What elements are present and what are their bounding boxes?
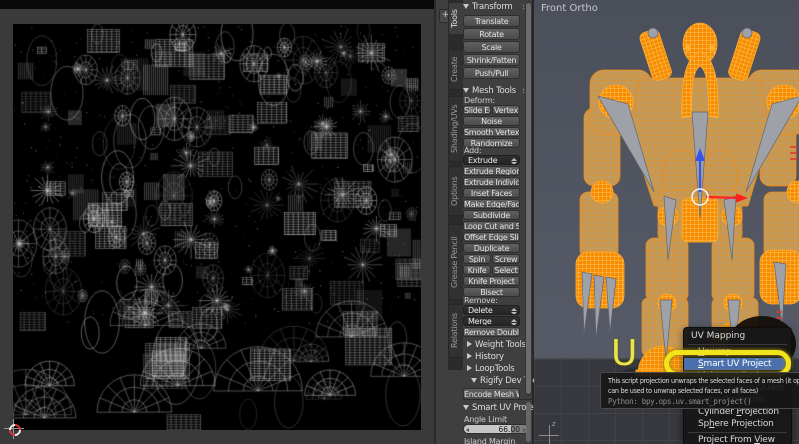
updown-arrows-icon — [511, 158, 517, 165]
tab-relations[interactable]: Relations — [448, 304, 463, 358]
collapsed-icon — [467, 341, 472, 347]
uv-2d-cursor-icon[interactable] — [4, 419, 24, 439]
push-pull-button[interactable]: Push/Pull — [463, 67, 520, 79]
tool-shelf: + Tools Create Shading/UVs Options Greas… — [434, 0, 534, 444]
merge-dropdown[interactable]: Merge — [463, 316, 520, 326]
expand-icon — [471, 378, 477, 383]
tab-tools[interactable]: Tools — [448, 2, 463, 35]
screw-button[interactable]: Screw — [492, 254, 520, 264]
menu-separator — [688, 344, 787, 345]
remove-doubles-button[interactable]: Remove Doubles — [463, 327, 520, 337]
axis-z-label: z — [552, 420, 556, 428]
deform-label: Deform: — [464, 96, 495, 105]
scale-button[interactable]: Scale — [463, 41, 520, 53]
knife-project-button[interactable]: Knife Project — [463, 276, 520, 286]
subdivide-button[interactable]: Subdivide — [463, 210, 520, 220]
panel-header-weight-tools[interactable]: Weight Tools — [467, 340, 527, 350]
screencast-key-overlay: U — [611, 333, 637, 374]
collapsed-icon — [467, 365, 472, 371]
panel-header-transform[interactable]: Transform — [463, 2, 523, 12]
updown-arrows-icon — [511, 319, 517, 326]
spin-button[interactable]: Spin — [463, 254, 491, 264]
menu-title: UV Mapping — [684, 328, 791, 344]
add-label: Add: — [464, 146, 481, 155]
tab-grease-pencil[interactable]: Grease Pencil — [448, 224, 463, 300]
panel-header-looptools[interactable]: LoopTools — [467, 364, 527, 374]
extrude-individual-button[interactable]: Extrude Individual — [463, 177, 520, 187]
island-margin-label: Island Margin — [464, 437, 515, 444]
smart-uv-project-tooltip: This script projection unwraps the selec… — [600, 372, 799, 409]
delete-dropdown[interactable]: Delete — [463, 305, 520, 315]
panel-header-mesh-tools[interactable]: Mesh Tools — [463, 86, 523, 96]
tab-options[interactable]: Options — [448, 166, 463, 216]
menu-item-sphere-projection[interactable]: Sphere Projection — [684, 418, 791, 430]
loop-cut-slide-button[interactable]: Loop Cut and Sli... — [463, 221, 520, 231]
extrude-dropdown[interactable]: Extrude — [463, 155, 520, 165]
angle-limit-value: 66.00 — [499, 425, 520, 434]
knife-button[interactable]: Knife — [463, 265, 491, 275]
menu-item-project-from-view[interactable]: Project From View — [684, 434, 791, 444]
tooltip-line1: This script projection unwraps the selec… — [608, 376, 798, 386]
viewport-3d[interactable]: Front Ortho — [534, 0, 799, 444]
tab-create[interactable]: Create — [448, 49, 463, 90]
tool-shelf-tabs: Tools Create Shading/UVs Options Grease … — [448, 0, 463, 370]
noise-button[interactable]: Noise — [463, 116, 520, 126]
translate-button[interactable]: Translate — [463, 15, 520, 27]
remove-label: Remove: — [464, 296, 498, 305]
panel-header-rigify-dev-tools[interactable]: Rigify Dev Tools — [471, 376, 531, 386]
offset-edge-slide-button[interactable]: Offset Edge Slide — [463, 232, 520, 242]
blender-window: + Tools Create Shading/UVs Options Greas… — [0, 0, 799, 444]
operator-redo-panel: Smart UV Project Angle Limit 66.00 Islan… — [463, 399, 534, 444]
mini-axis-icon: z — [538, 422, 562, 444]
shrink-fatten-button[interactable]: Shrink/Fatten — [463, 54, 520, 66]
duplicate-button[interactable]: Duplicate — [463, 243, 520, 253]
tooltip-line2: can be used to unwrap selected faces, or… — [608, 386, 798, 396]
rotate-button[interactable]: Rotate — [463, 28, 520, 40]
tab-shading-uvs[interactable]: Shading/UVs — [448, 96, 463, 162]
tool-shelf-panels: Transform Translate Rotate Scale Shrink/… — [463, 0, 534, 399]
slider-left-arrow-icon[interactable] — [466, 428, 469, 432]
tooltip-python: Python: bpy.ops.uv.smart_project() — [608, 396, 799, 408]
expand-icon — [463, 88, 469, 93]
slide-edge-button[interactable]: Slide Ed — [463, 105, 491, 115]
head-glow — [709, 45, 715, 51]
tool-shelf-scrollbar[interactable] — [525, 2, 532, 396]
make-edge-face-button[interactable]: Make Edge/Face — [463, 199, 520, 209]
angle-limit-slider[interactable]: 66.00 — [463, 424, 529, 434]
panel-header-smart-uv-project[interactable]: Smart UV Project — [463, 403, 523, 413]
uv-editor-top-strip — [0, 0, 434, 9]
head-glow — [685, 45, 691, 51]
panel-header-history[interactable]: History — [467, 352, 527, 362]
updown-arrows-icon — [511, 308, 517, 315]
expand-icon — [463, 405, 469, 410]
uv-unwrap-canvas[interactable] — [13, 24, 421, 430]
inset-faces-button[interactable]: Inset Faces — [463, 188, 520, 198]
extrude-region-button[interactable]: Extrude Region — [463, 166, 520, 176]
slide-vertex-button[interactable]: Vertex — [492, 105, 520, 115]
angle-limit-label: Angle Limit — [464, 415, 507, 424]
knife-select-button[interactable]: Select — [492, 265, 520, 275]
expand-icon — [463, 4, 469, 9]
smooth-vertex-button[interactable]: Smooth Vertex — [463, 127, 520, 137]
uv-image-editor[interactable] — [0, 0, 434, 444]
collapsed-icon — [467, 353, 472, 359]
menu-separator — [688, 432, 787, 433]
encode-mesh-widget-button[interactable]: Encode Mesh Wi — [463, 388, 520, 399]
redo-panel-scrollbar[interactable] — [526, 402, 531, 442]
